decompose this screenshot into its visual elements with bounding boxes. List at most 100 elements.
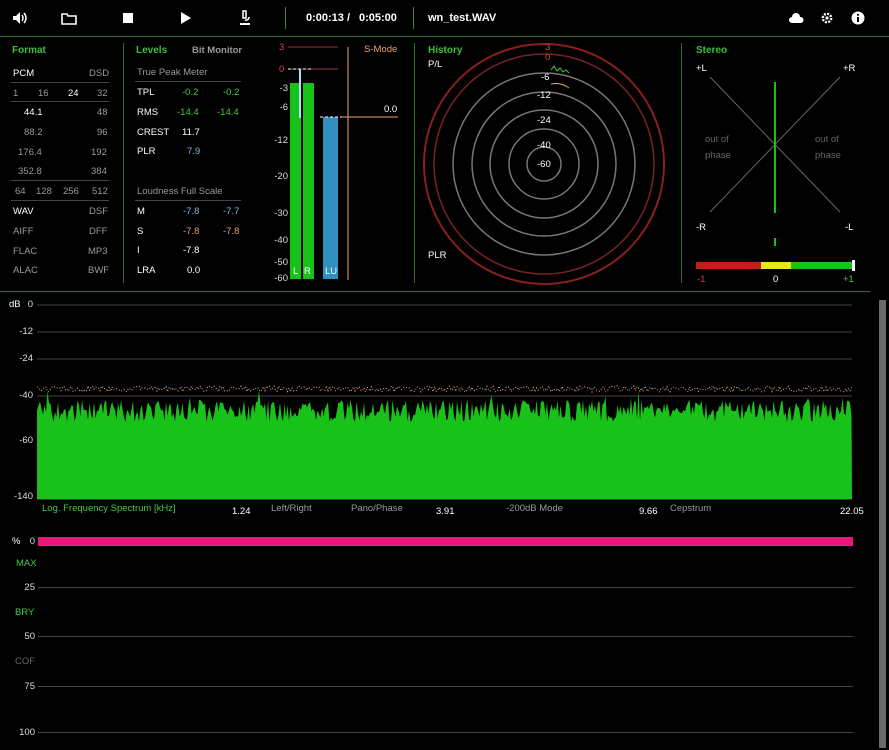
cof-button[interactable]: COF xyxy=(15,656,35,667)
ring-0: 0 xyxy=(545,52,551,63)
bit-depth-24: 24 xyxy=(68,88,79,99)
corr-min: -1 xyxy=(697,274,706,285)
folder-icon[interactable] xyxy=(57,6,81,30)
crest-value: 11.7 xyxy=(182,127,200,138)
scale-m3: -3 xyxy=(279,83,288,94)
divider xyxy=(123,43,124,283)
filename: wn_test.WAV xyxy=(428,12,497,24)
rate-384: 384 xyxy=(91,166,107,177)
dsd-64: 64 xyxy=(15,186,26,197)
file-mp3: MP3 xyxy=(88,246,108,257)
spec-y-m24: -24 xyxy=(19,353,33,364)
ring-m12: -12 xyxy=(537,90,551,101)
spectrum-mode-label[interactable]: Log. Frequency Spectrum [kHz] xyxy=(42,503,176,514)
s-mode-value: 0.0 xyxy=(384,104,398,115)
file-dsf: DSF xyxy=(89,206,108,217)
cloud-icon[interactable] xyxy=(784,6,808,30)
s-left: -7.8 xyxy=(183,226,200,237)
grid-line xyxy=(38,636,853,637)
toolbar-separator xyxy=(413,7,414,29)
play-icon[interactable] xyxy=(174,6,198,30)
divider xyxy=(135,200,241,201)
levels-title: Levels xyxy=(136,45,168,56)
lfs-title: Loudness Full Scale xyxy=(137,186,223,197)
rate-88-2: 88.2 xyxy=(24,127,43,138)
pct-y-25: 25 xyxy=(24,582,35,593)
s-label: S xyxy=(137,226,144,237)
info-icon[interactable] xyxy=(846,6,870,30)
tpm-title: True Peak Meter xyxy=(137,67,208,78)
i-value: -7.8 xyxy=(183,245,200,256)
freq-1-24: 1.24 xyxy=(232,506,251,517)
l-channel-label: L xyxy=(293,266,299,277)
scrollbar[interactable] xyxy=(879,300,886,748)
file-alac: ALAC xyxy=(13,265,38,276)
s-mode-button[interactable]: S-Mode xyxy=(364,44,397,55)
dsd-512: 512 xyxy=(92,186,108,197)
total-time: 0:05:00 xyxy=(359,12,397,24)
file-bwf: BWF xyxy=(88,265,110,276)
pct-y-100: 100 xyxy=(19,727,35,738)
rate-44-1: 44.1 xyxy=(24,107,43,118)
toolbar: 0:00:13 / 0:05:00 wn_test.WAV xyxy=(0,0,889,36)
gear-icon[interactable] xyxy=(815,6,839,30)
stop-icon[interactable] xyxy=(116,6,140,30)
bry-button[interactable]: BRY xyxy=(15,607,34,618)
ring-m6: -6 xyxy=(541,72,550,83)
microscope-icon[interactable] xyxy=(233,6,257,30)
grid-line xyxy=(38,732,853,733)
top-divider xyxy=(0,36,889,37)
divider xyxy=(11,200,109,201)
dsd-256: 256 xyxy=(63,186,79,197)
scale-m30: -30 xyxy=(274,208,288,219)
scale-0: 0 xyxy=(279,64,285,75)
current-time: 0:00:13 xyxy=(306,12,344,24)
max-button[interactable]: MAX xyxy=(16,558,37,569)
toolbar-separator xyxy=(285,7,286,29)
lra-value: 0.0 xyxy=(187,265,201,276)
freq-22-05: 22.05 xyxy=(840,506,864,517)
speaker-icon[interactable] xyxy=(8,6,32,30)
bit-depth-32: 32 xyxy=(97,88,108,99)
m-right: -7.7 xyxy=(223,206,240,217)
pct-y-0: 0 xyxy=(29,536,35,547)
mode-pano-phase[interactable]: Pano/Phase xyxy=(351,503,403,514)
scale-m50: -50 xyxy=(274,257,288,268)
scale-m20: -20 xyxy=(274,171,288,182)
r-channel-bar xyxy=(303,83,314,279)
rate-176-4: 176.4 xyxy=(18,147,42,158)
lu-bar xyxy=(323,117,338,279)
s-right: -7.8 xyxy=(223,226,240,237)
tpl-label: TPL xyxy=(137,87,155,98)
time-separator: / xyxy=(347,12,351,24)
ring-m40: -40 xyxy=(537,140,551,151)
scale-3: 3 xyxy=(279,42,285,53)
pcm-label[interactable]: PCM xyxy=(13,68,34,79)
scale-m60: -60 xyxy=(274,273,288,284)
plr-value: 7.9 xyxy=(187,146,201,157)
rms-left: -14.4 xyxy=(177,107,199,118)
ring-m24: -24 xyxy=(537,115,551,126)
r-channel-label: R xyxy=(304,266,311,277)
divider xyxy=(11,180,109,181)
pct-y-75: 75 xyxy=(24,681,35,692)
file-flac: FLAC xyxy=(13,246,38,257)
freq-9-66: 9.66 xyxy=(639,506,658,517)
lra-label: LRA xyxy=(137,265,156,276)
tpl-left: -0.2 xyxy=(182,87,199,98)
mode-left-right[interactable]: Left/Right xyxy=(271,503,312,514)
corr-mid: 0 xyxy=(773,274,779,285)
spec-y-m60: -60 xyxy=(19,435,33,446)
spec-y-m40: -40 xyxy=(19,390,33,401)
bit-monitor-label[interactable]: Bit Monitor xyxy=(192,45,242,56)
mode-cepstrum[interactable]: Cepstrum xyxy=(670,503,711,514)
bit-depth-1: 1 xyxy=(13,88,19,99)
divider xyxy=(11,82,109,83)
grid-line xyxy=(38,686,853,687)
dsd-label[interactable]: DSD xyxy=(89,68,109,79)
divider xyxy=(414,43,415,283)
plr-label: PLR xyxy=(137,146,156,157)
mode-200db[interactable]: -200dB Mode xyxy=(506,503,563,514)
scale-m6: -6 xyxy=(279,102,288,113)
rate-96: 96 xyxy=(97,127,108,138)
